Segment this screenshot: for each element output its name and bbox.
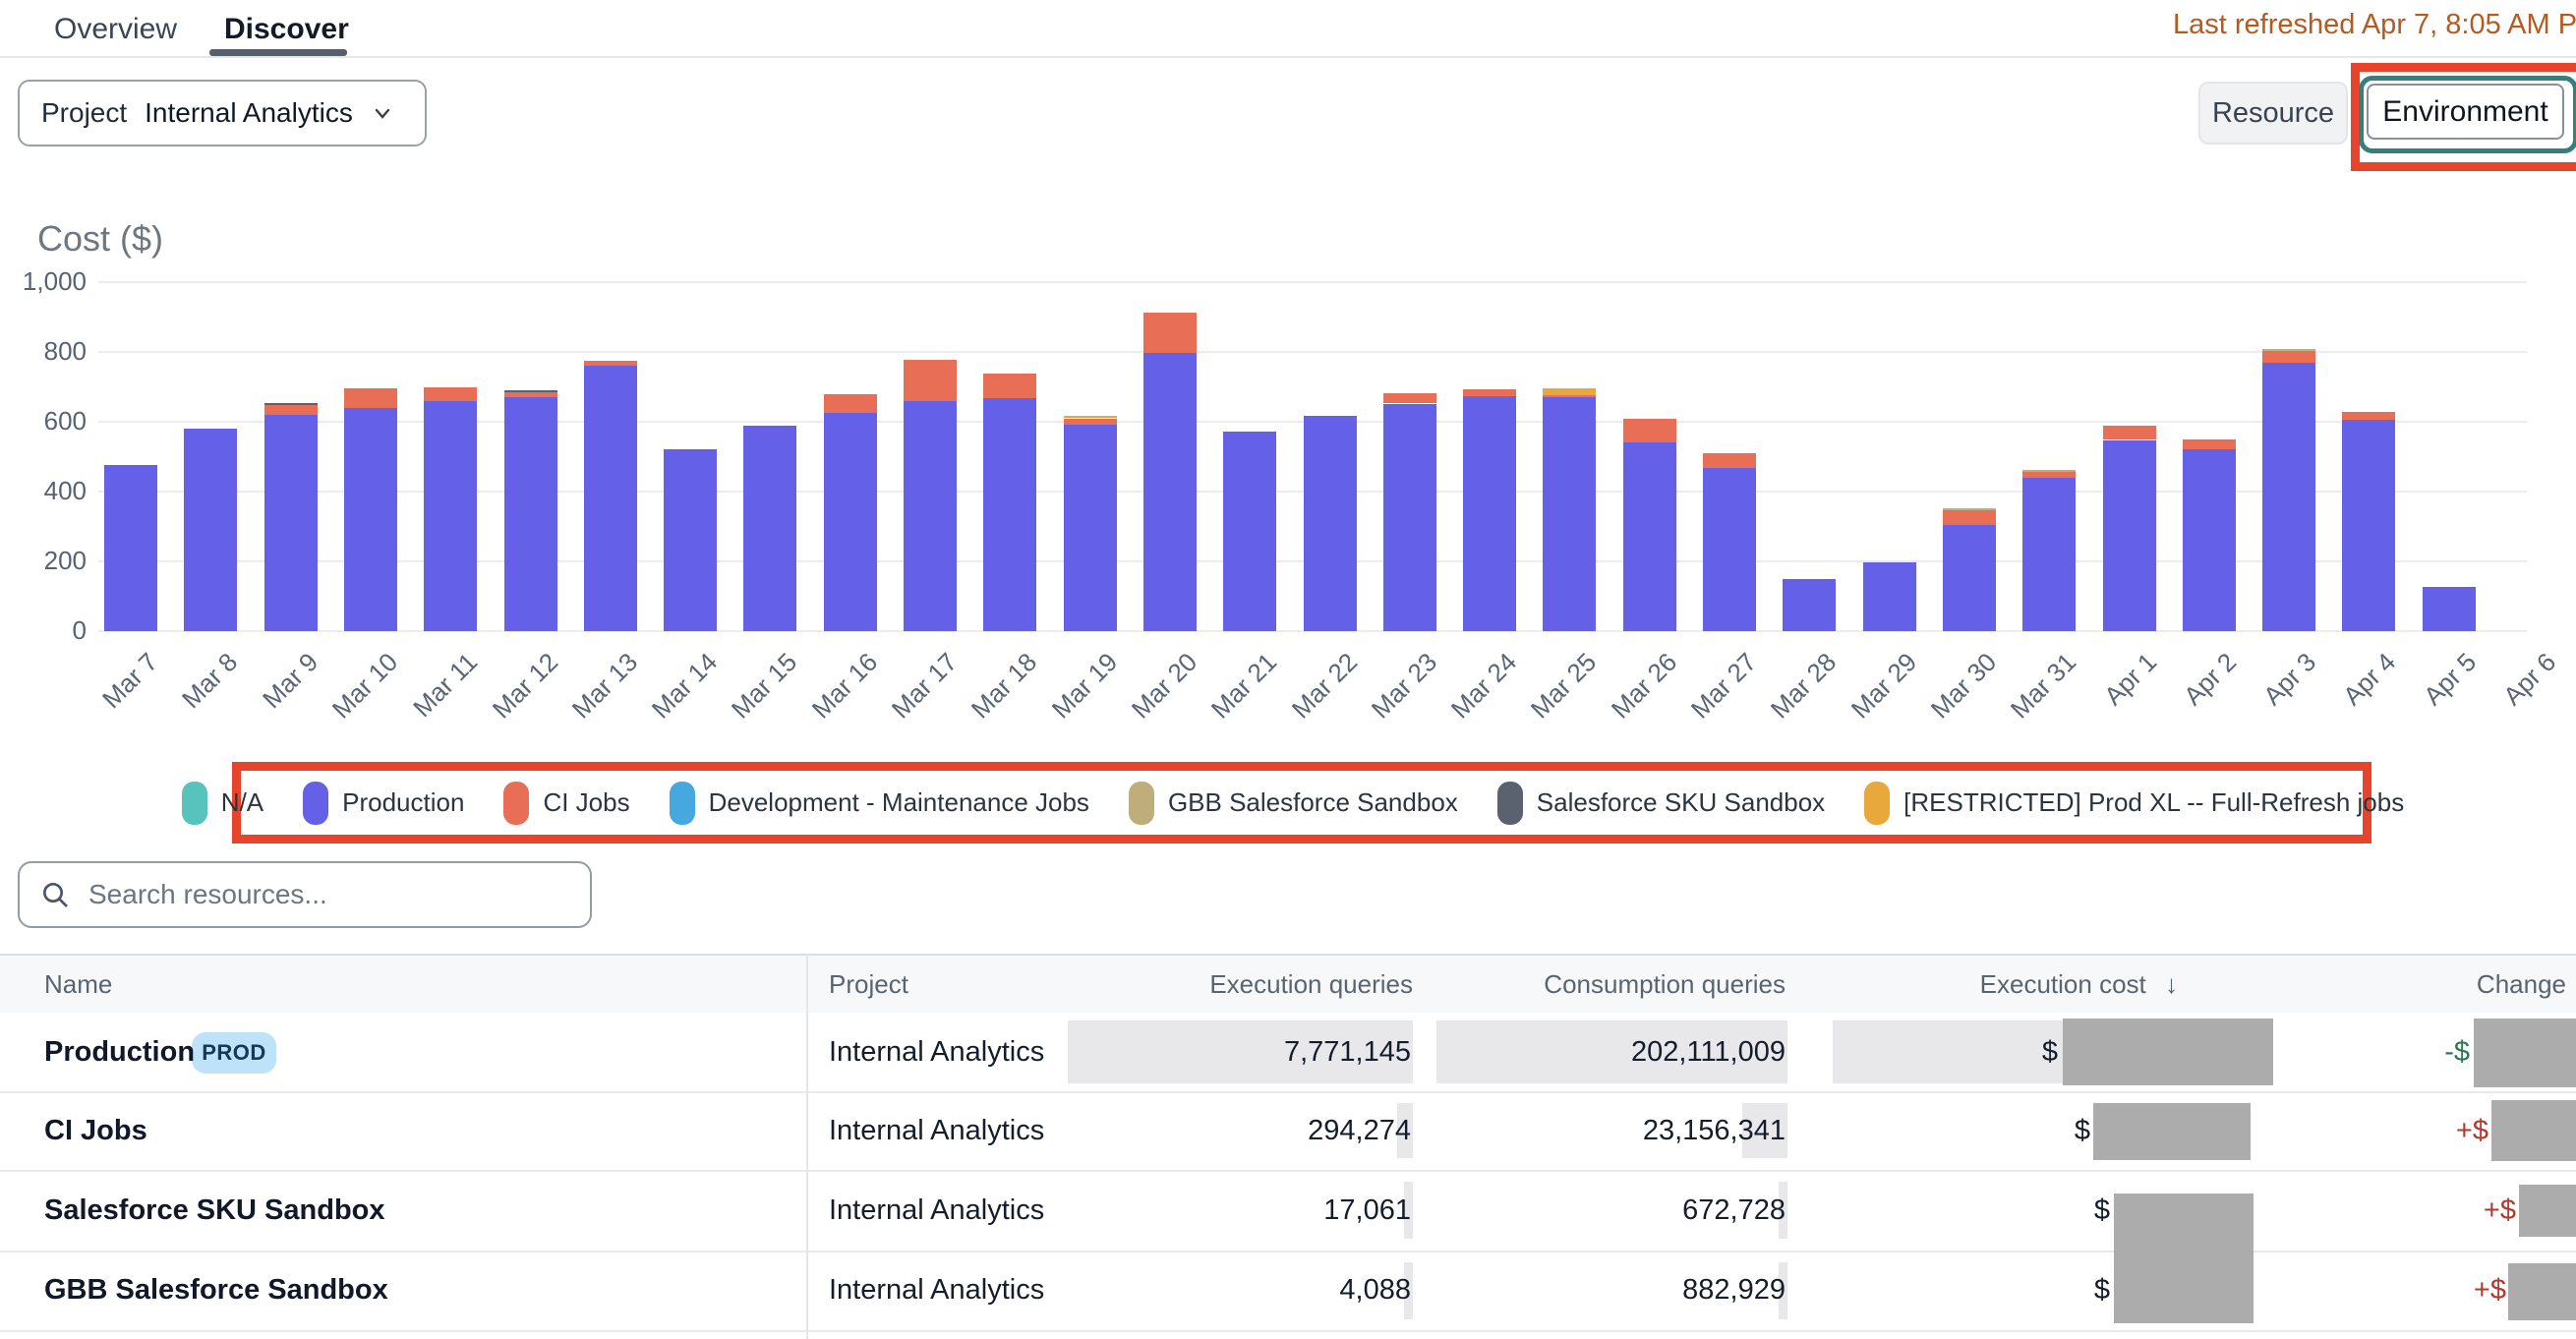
execution-cost-currency: $ — [2051, 1251, 2110, 1330]
consumption-queries-cell: 882,929 — [1392, 1251, 1786, 1330]
prod-badge: PROD — [192, 1032, 276, 1074]
environment-toggle-button[interactable]: Environment — [2367, 84, 2564, 140]
execution-cost-currency: $ — [2051, 1170, 2110, 1251]
execution-queries-cell: 17,061 — [1018, 1170, 1411, 1251]
execution-cost-currency: $ — [1999, 1013, 2058, 1091]
project-cell: Internal Analytics — [829, 1013, 1044, 1091]
redaction-block — [2519, 1185, 2576, 1237]
redaction-block — [2063, 1019, 2273, 1085]
resource-name[interactable]: CI Jobs — [44, 1091, 147, 1170]
resource-name[interactable]: GBB Salesforce Sandbox — [44, 1251, 388, 1330]
project-cell: Internal Analytics — [829, 1251, 1044, 1330]
execution-queries-cell: 4,088 — [1018, 1251, 1411, 1330]
change-prefix: +$ — [2400, 1091, 2488, 1170]
project-cell: Internal Analytics — [829, 1170, 1044, 1251]
consumption-queries-cell: 23,156,341 — [1392, 1091, 1786, 1170]
redaction-block — [2508, 1263, 2576, 1320]
redaction-block-execution-cost — [2114, 1193, 2254, 1323]
redaction-block — [2093, 1103, 2251, 1160]
project-cell: Internal Analytics — [829, 1091, 1044, 1170]
change-prefix: +$ — [2418, 1251, 2506, 1330]
execution-cost-currency: $ — [2031, 1091, 2090, 1170]
consumption-queries-cell: 672,728 — [1392, 1170, 1786, 1251]
redaction-block — [2491, 1100, 2576, 1161]
change-prefix: -$ — [2381, 1013, 2470, 1091]
change-prefix: +$ — [2428, 1170, 2516, 1251]
execution-queries-cell: 294,274 — [1018, 1091, 1411, 1170]
consumption-queries-cell: 202,111,009 — [1392, 1013, 1786, 1091]
redaction-block — [2474, 1019, 2576, 1087]
resources-table: ProductionPRODInternal Analytics7,771,14… — [0, 0, 2576, 1339]
resource-name[interactable]: Salesforce SKU Sandbox — [44, 1170, 385, 1251]
resource-name[interactable]: Production — [44, 1013, 195, 1091]
table-row-divider — [0, 1330, 2576, 1332]
execution-queries-cell: 7,771,145 — [1018, 1013, 1411, 1091]
